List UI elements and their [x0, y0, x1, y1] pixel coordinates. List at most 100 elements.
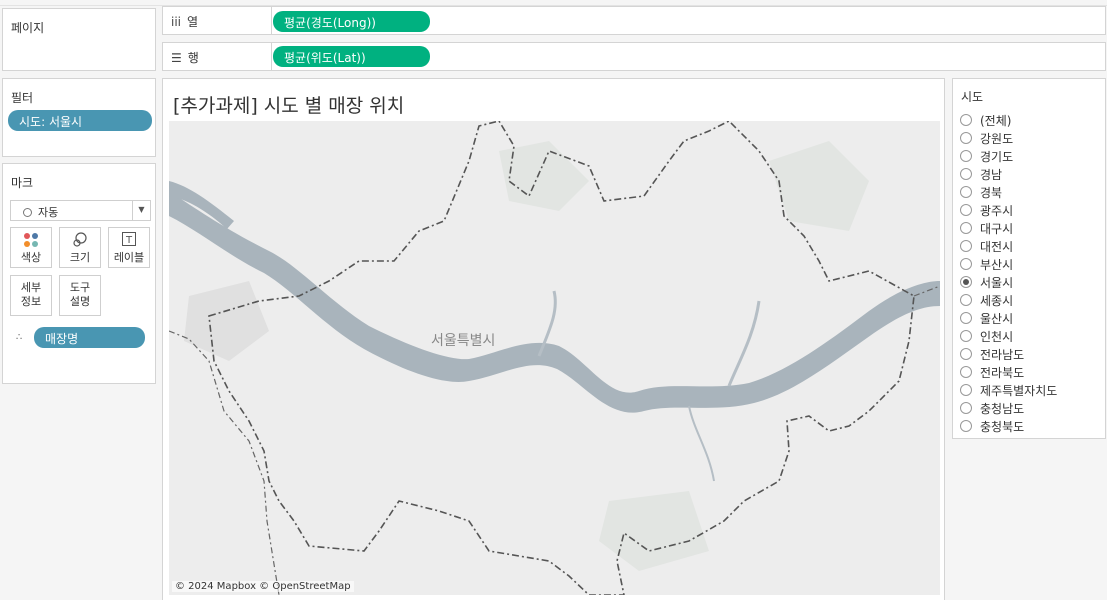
sido-filter-card: 시도 (전체) 강원도경기도경남경북광주시대구시대전시 부산시 서울시세종시울산시인천… — [952, 78, 1106, 439]
sido-option-label: 울산시 — [980, 311, 1014, 326]
radio-icon[interactable] — [960, 132, 972, 144]
radio-icon[interactable] — [960, 366, 972, 378]
radio-icon[interactable] — [960, 294, 972, 306]
sido-option[interactable]: 서울시 — [960, 273, 1057, 291]
sido-option[interactable]: 인천시 — [960, 327, 1057, 345]
park-area — [769, 141, 869, 231]
radio-icon[interactable] — [960, 420, 972, 432]
marks-card: 마크 자동 ▼ 색상 크기 T 레이블 세부 정보 도구 설명 ∴ 매장명 — [2, 163, 156, 384]
color-button[interactable]: 색상 — [10, 227, 52, 268]
sido-option-label: 인천시 — [980, 329, 1014, 344]
sido-option-label: 전라남도 — [980, 347, 1025, 362]
radio-icon[interactable] — [960, 312, 972, 324]
chevron-down-icon[interactable]: ▼ — [132, 201, 150, 220]
detail-button-label: 세부 정보 — [20, 281, 42, 308]
sido-option[interactable]: 대구시 — [960, 219, 1057, 237]
sido-option[interactable]: 전라북도 — [960, 363, 1057, 381]
sido-option-label: 충청남도 — [980, 401, 1025, 416]
rows-pill-latitude[interactable]: 평균(위도(Lat)) — [273, 46, 430, 67]
park-area — [184, 281, 269, 361]
sido-option-label: 강원도 — [980, 131, 1014, 146]
outer-boundary — [169, 330, 280, 595]
sido-option-label: 대전시 — [980, 239, 1014, 254]
radio-icon[interactable] — [960, 384, 972, 396]
sido-filter-title: 시도 — [961, 90, 984, 104]
map-attribution[interactable]: © 2024 Mapbox © OpenStreetMap — [172, 581, 354, 592]
sido-option-label: 세종시 — [980, 293, 1014, 308]
rows-shelf-label: ☰ 행 — [163, 43, 272, 70]
size-button[interactable]: 크기 — [59, 227, 101, 268]
tooltip-button-label: 도구 설명 — [69, 281, 91, 308]
radio-icon[interactable] — [960, 330, 972, 342]
label-button-label: 레이블 — [113, 251, 145, 264]
rows-icon: ☰ — [171, 51, 182, 65]
columns-shelf[interactable]: iii 열 평균(경도(Long)) — [162, 6, 1106, 35]
radio-icon[interactable] — [960, 222, 972, 234]
stream-2 — [727, 300, 761, 387]
sido-option[interactable]: 충청남도 — [960, 399, 1057, 417]
sido-option-label: 경남 — [980, 167, 1003, 182]
sido-option-label: 전라북도 — [980, 365, 1025, 380]
sido-option[interactable]: 충청북도 — [960, 417, 1057, 435]
text-label-icon: T — [109, 228, 149, 249]
color-button-label: 색상 — [20, 251, 42, 264]
detail-pill-store-name[interactable]: 매장명 — [34, 327, 145, 348]
sido-option[interactable]: 광주시 — [960, 201, 1057, 219]
radio-icon[interactable] — [960, 168, 972, 180]
sido-option[interactable]: 부산시 — [960, 255, 1057, 273]
radio-icon[interactable] — [960, 150, 972, 162]
map-area[interactable]: 서울특별시 © 2024 Mapbox © OpenStreetMap — [169, 121, 940, 595]
detail-dots-icon: ∴ — [16, 332, 22, 343]
columns-shelf-label: iii 열 — [163, 7, 272, 34]
sido-option-label: 광주시 — [980, 203, 1014, 218]
pages-card: 페이지 — [2, 8, 156, 71]
rows-shelf[interactable]: ☰ 행 평균(위도(Lat)) — [162, 42, 1106, 71]
detail-button[interactable]: 세부 정보 — [10, 275, 52, 316]
sido-option[interactable]: 제주특별자치도 — [960, 381, 1057, 399]
sido-option-label: 경기도 — [980, 149, 1014, 164]
map-canvas[interactable]: 서울특별시 — [169, 121, 940, 595]
radio-icon[interactable] — [960, 114, 972, 126]
sido-option[interactable]: 강원도 — [960, 129, 1057, 147]
radio-icon[interactable] — [960, 258, 972, 270]
columns-icon: iii — [171, 15, 182, 29]
label-button[interactable]: T 레이블 — [108, 227, 150, 268]
columns-pill-longitude[interactable]: 평균(경도(Long)) — [273, 11, 430, 32]
tooltip-button[interactable]: 도구 설명 — [59, 275, 101, 316]
size-icon — [60, 228, 100, 249]
sido-option[interactable]: (전체) — [960, 111, 1057, 129]
columns-label-text: 열 — [187, 15, 199, 29]
filter-pill-sido[interactable]: 시도: 서울시 — [8, 110, 152, 131]
radio-icon[interactable] — [960, 348, 972, 360]
radio-icon[interactable] — [960, 186, 972, 198]
sido-option-label: 경북 — [980, 185, 1003, 200]
sido-option[interactable]: 대전시 — [960, 237, 1057, 255]
stream-3 — [688, 405, 715, 482]
sido-option[interactable]: 울산시 — [960, 309, 1057, 327]
map-city-label: 서울특별시 — [431, 333, 495, 349]
park-area — [599, 491, 709, 571]
svg-text:T: T — [125, 235, 133, 246]
sido-option-label: 대구시 — [980, 221, 1014, 236]
sido-option-label: 충청북도 — [980, 419, 1025, 434]
sido-option[interactable]: 경기도 — [960, 147, 1057, 165]
marks-title: 마크 — [11, 176, 34, 190]
sido-option[interactable]: 전라남도 — [960, 345, 1057, 363]
sido-option[interactable]: 경북 — [960, 183, 1057, 201]
park-area — [499, 141, 589, 211]
color-palette-icon — [11, 228, 51, 249]
sido-option[interactable]: 경남 — [960, 165, 1057, 183]
radio-icon[interactable] — [960, 276, 972, 288]
rows-label-text: 행 — [187, 51, 199, 65]
radio-icon[interactable] — [960, 240, 972, 252]
pages-title: 페이지 — [11, 21, 45, 35]
radio-icon[interactable] — [960, 402, 972, 414]
radio-icon[interactable] — [960, 204, 972, 216]
worksheet-view: [추가과제] 시도 별 매장 위치 서울특별시 © 2024 Mapbox © … — [162, 78, 945, 600]
filters-title: 필터 — [11, 91, 34, 105]
sido-option[interactable]: 세종시 — [960, 291, 1057, 309]
mark-type-label: 자동 — [38, 206, 59, 219]
mark-type-dropdown[interactable]: 자동 ▼ — [10, 200, 151, 221]
sido-options-list: (전체) 강원도경기도경남경북광주시대구시대전시 부산시 서울시세종시울산시인천시전라… — [960, 111, 1057, 435]
filters-card: 필터 시도: 서울시 — [2, 78, 156, 157]
